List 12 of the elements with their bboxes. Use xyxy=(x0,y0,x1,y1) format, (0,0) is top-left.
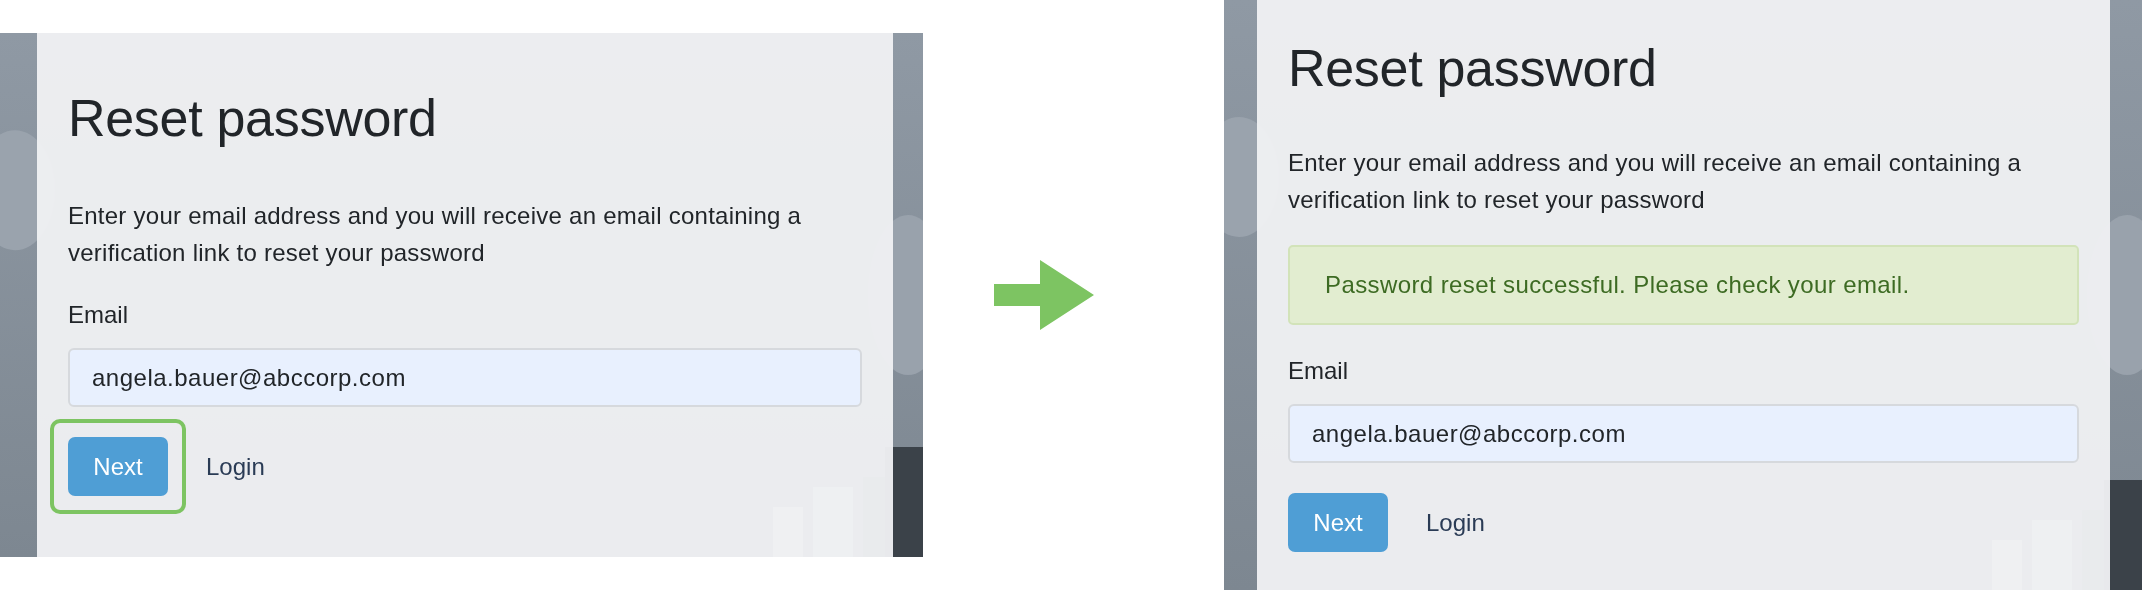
arrow-icon xyxy=(993,260,1094,330)
page-title: Reset password xyxy=(1288,39,1657,97)
instructions-text: Enter your email address and you will receive an email containing a verification link to reset your password xyxy=(68,201,803,268)
email-label: Email xyxy=(1288,356,1348,386)
instructions-text: Enter your email address and you will receive an email containing a verification link to reset your password xyxy=(1288,148,2023,215)
email-field[interactable]: angela.bauer@abccorp.com xyxy=(1288,404,2079,463)
email-field[interactable]: angela.bauer@abccorp.com xyxy=(68,348,862,407)
login-link[interactable]: Login xyxy=(1426,508,1485,537)
login-link[interactable]: Login xyxy=(206,452,265,481)
success-message: Password reset successful. Please check your email. xyxy=(1288,245,2079,325)
email-label: Email xyxy=(68,300,128,330)
page-title: Reset password xyxy=(68,89,437,147)
